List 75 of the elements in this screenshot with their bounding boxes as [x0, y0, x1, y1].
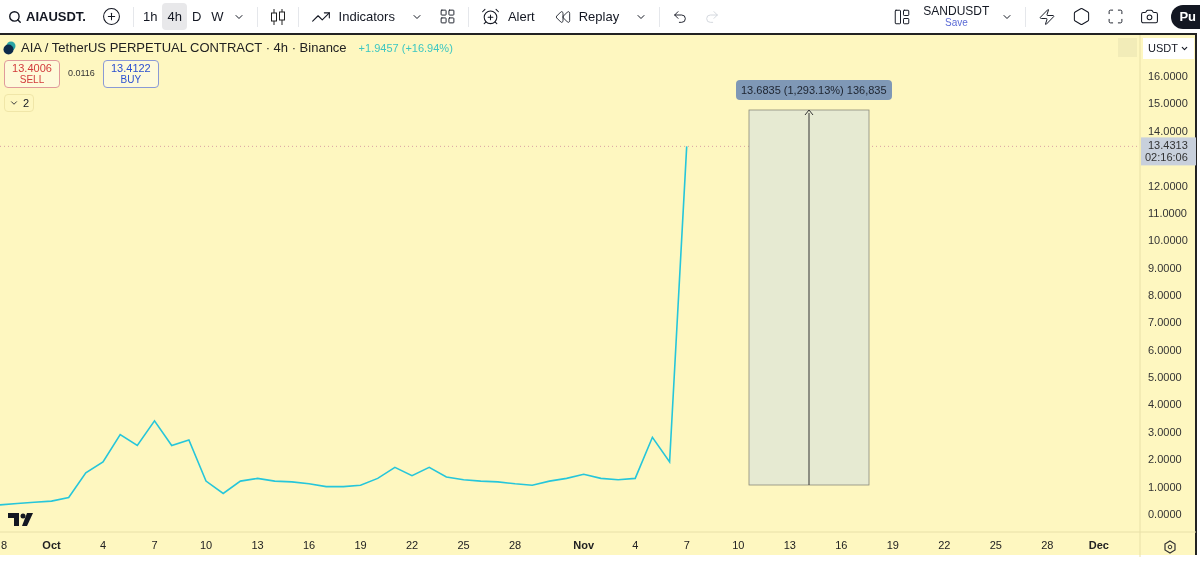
logo-icon: [8, 513, 33, 526]
interval-tab[interactable]: 4h: [162, 3, 187, 30]
price-tick: 9.0000: [1148, 261, 1182, 274]
price-change: +1.9457 (+16.94%): [358, 40, 453, 56]
date-tick: 13: [783, 539, 796, 551]
price-tick: 14.0000: [1148, 124, 1188, 137]
price-tick: 15.0000: [1148, 97, 1188, 110]
symbol-label[interactable]: AIAUSDT.: [26, 6, 86, 27]
date-tick: 25: [457, 539, 470, 551]
replay-button[interactable]: Replay: [578, 6, 620, 27]
currency-dropdown[interactable]: USDT: [1143, 38, 1194, 59]
price-tick: 11.0000: [1148, 206, 1187, 219]
symbol-title: AIA / TetherUS PERPETUAL CONTRACT · 4h · Binance: [21, 39, 347, 57]
price-tick: 10.0000: [1148, 234, 1188, 247]
price-tick: 12.0000: [1148, 179, 1188, 192]
price-tick: 4.0000: [1148, 398, 1182, 411]
date-tick: 8: [0, 539, 8, 551]
date-tick: Dec: [1088, 539, 1109, 551]
price-tick: 16.0000: [1148, 70, 1188, 83]
date-tick: Nov: [573, 539, 595, 551]
candles-icon[interactable]: [269, 7, 286, 26]
chevron-icon: [1180, 44, 1189, 53]
settings-icon[interactable]: [1164, 540, 1176, 554]
price-tick: 3.0000: [1148, 425, 1182, 438]
buy-button[interactable]: 13.4122 BUY: [102, 60, 159, 88]
alert-button[interactable]: Alert: [507, 6, 535, 27]
publish-button[interactable]: Pu: [1171, 4, 1200, 29]
price-tick: 1.0000: [1148, 480, 1182, 493]
price-tick: 2.0000: [1148, 453, 1182, 466]
indicators-toggle[interactable]: 2: [4, 94, 35, 112]
grid-icon[interactable]: [438, 8, 456, 25]
save-link[interactable]: Save: [944, 16, 968, 28]
search-icon[interactable]: [8, 9, 22, 24]
date-tick: 28: [508, 539, 522, 551]
rewind-icon[interactable]: [554, 8, 571, 25]
interval-tab[interactable]: W: [206, 3, 229, 30]
spread-value: 0.0116: [68, 67, 95, 81]
coin-icon: [3, 40, 17, 55]
date-tick: 22: [938, 539, 951, 551]
date-tick: 10: [199, 539, 213, 551]
date-tick: 7: [683, 539, 690, 551]
date-tick: 19: [886, 539, 899, 551]
date-tick: 16: [302, 539, 316, 551]
date-tick: 16: [835, 539, 848, 551]
camera-icon[interactable]: [1140, 7, 1160, 26]
chevron-icon: [9, 98, 19, 108]
layout-icon[interactable]: [893, 7, 912, 26]
settings-icon[interactable]: [1072, 7, 1092, 26]
indicators-button[interactable]: Indicators: [338, 6, 395, 27]
price-tick: 8.0000: [1148, 289, 1182, 301]
date-tick: Oct: [42, 539, 61, 551]
fullscreen-icon[interactable]: [1107, 8, 1125, 25]
date-tick: 22: [405, 539, 419, 551]
date-tick: 28: [1041, 539, 1054, 551]
price-tick: 6.0000: [1148, 343, 1182, 356]
date-tick: 7: [151, 539, 158, 551]
undo-icon[interactable]: [672, 8, 689, 25]
price-tick: 5.0000: [1148, 371, 1182, 384]
last-price-tag: 13.4313 02:16:06: [1141, 137, 1196, 166]
interval-tab[interactable]: D: [186, 3, 207, 30]
date-tick: 4: [99, 539, 107, 551]
date-tick: 19: [354, 539, 367, 551]
price-tick: 0.0000: [1148, 507, 1182, 520]
add-symbol-icon[interactable]: [101, 7, 121, 26]
date-tick: 10: [732, 539, 745, 551]
alarm-icon[interactable]: [480, 7, 500, 26]
measure-label: 13.6835 (1,293.13%) 136,835: [736, 80, 892, 100]
sell-button[interactable]: 13.4006 SELL: [4, 60, 60, 88]
price-tick: 7.0000: [1148, 316, 1182, 329]
date-tick: 4: [632, 539, 639, 551]
layout-name[interactable]: SANDUSDT: [923, 5, 990, 17]
date-tick: 25: [989, 539, 1002, 551]
lightning-icon[interactable]: [1038, 7, 1057, 26]
interval-tab[interactable]: 1h: [137, 3, 163, 30]
date-tick: 13: [251, 539, 264, 551]
